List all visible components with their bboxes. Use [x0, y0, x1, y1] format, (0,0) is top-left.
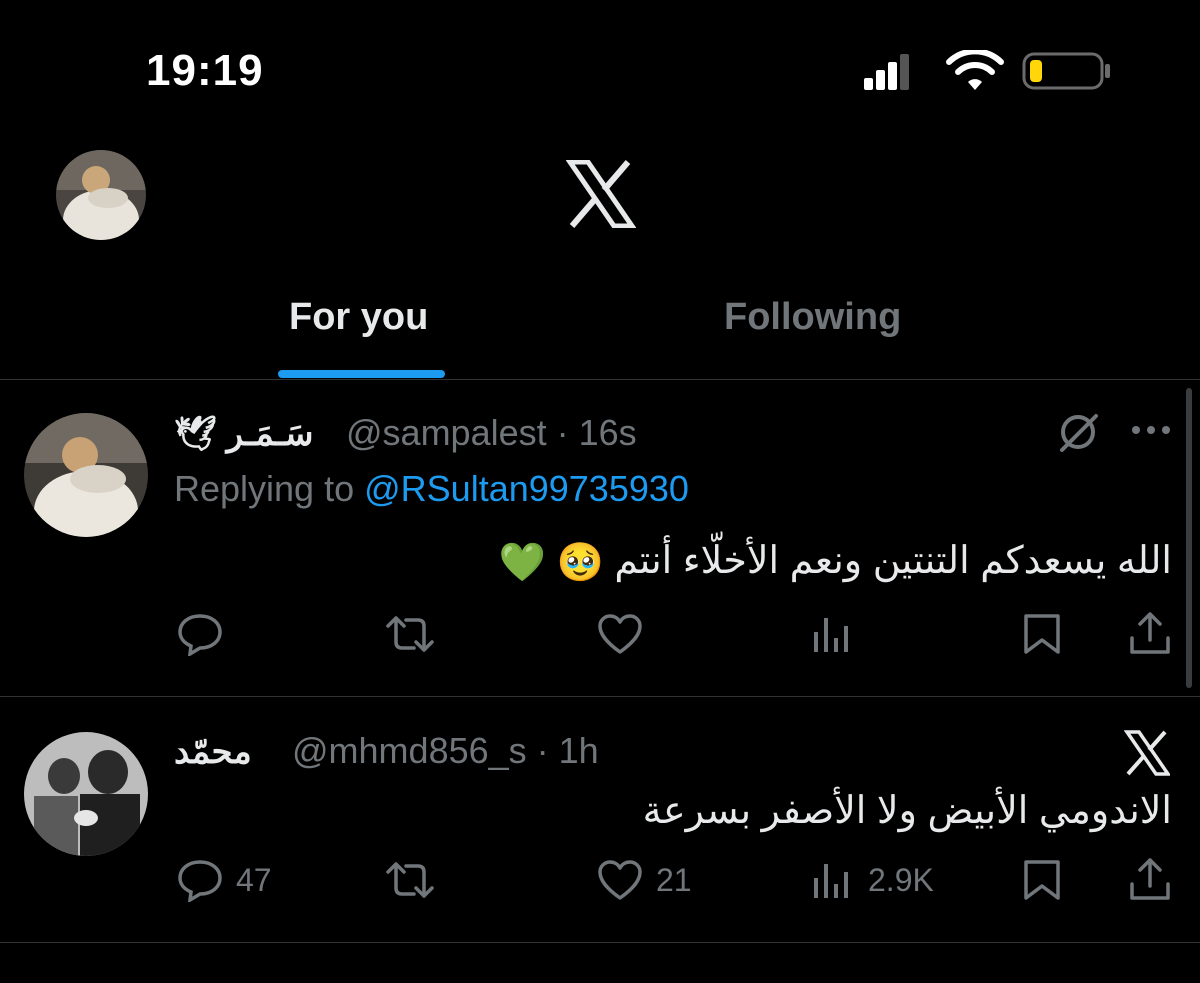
tweet-author-name[interactable]: محمّد — [174, 732, 278, 772]
wifi-icon — [946, 50, 1004, 90]
more-options-icon[interactable] — [1130, 414, 1172, 444]
tab-following[interactable]: Following — [724, 296, 901, 339]
reply-icon[interactable] — [176, 612, 224, 656]
tweet-author-avatar[interactable] — [24, 413, 148, 537]
bookmark-icon[interactable] — [1020, 612, 1064, 656]
x-logo-icon[interactable] — [566, 160, 636, 228]
tweet-divider — [0, 942, 1200, 943]
bookmark-icon[interactable] — [1020, 858, 1064, 902]
tweet-emojis: 🥹 💚 — [498, 541, 604, 584]
like-icon[interactable] — [596, 612, 644, 656]
status-time: 19:19 — [146, 46, 264, 95]
cellular-signal-icon — [864, 54, 910, 90]
battery-low-icon — [1022, 52, 1110, 90]
x-logo-icon — [1124, 730, 1170, 776]
views-icon[interactable] — [808, 614, 852, 654]
share-icon[interactable] — [1128, 856, 1172, 902]
grok-icon[interactable] — [1056, 410, 1100, 454]
reply-count: 47 — [236, 862, 272, 898]
tabs-divider — [0, 379, 1200, 380]
reply-icon[interactable] — [176, 858, 224, 902]
profile-avatar[interactable] — [56, 150, 146, 240]
tweet-author-name[interactable]: سَـمَـر 🕊 — [174, 414, 334, 454]
tab-for-you[interactable]: For you — [289, 296, 428, 339]
tweet-handle-time[interactable]: @mhmd856_s · 1h — [292, 730, 599, 772]
view-count: 2.9K — [868, 862, 934, 898]
retweet-icon[interactable] — [384, 612, 436, 656]
tweet-handle-time[interactable]: @sampalest · 16s — [346, 412, 637, 454]
tweet-author-avatar[interactable] — [24, 732, 148, 856]
active-tab-indicator — [278, 370, 445, 378]
retweet-icon[interactable] — [384, 858, 436, 902]
replying-to: Replying to @RSultan99735930 — [174, 468, 689, 510]
tweet-text: الله يسعدكم التنتين ونعم الأخلّاء أنتم 🥹… — [499, 538, 1172, 585]
tweet-divider — [0, 696, 1200, 697]
scrollbar[interactable] — [1186, 388, 1192, 688]
tweet-text-body: الله يسعدكم التنتين ونعم الأخلّاء أنتم — [614, 540, 1172, 582]
like-count: 21 — [656, 862, 692, 898]
tweet-text: الاندومي الأبيض ولا الأصفر بسرعة — [642, 790, 1172, 832]
views-icon[interactable] — [808, 860, 852, 900]
like-icon[interactable] — [596, 858, 644, 902]
mention-link[interactable]: @RSultan99735930 — [364, 468, 689, 509]
replying-to-label: Replying to — [174, 468, 355, 509]
share-icon[interactable] — [1128, 610, 1172, 656]
